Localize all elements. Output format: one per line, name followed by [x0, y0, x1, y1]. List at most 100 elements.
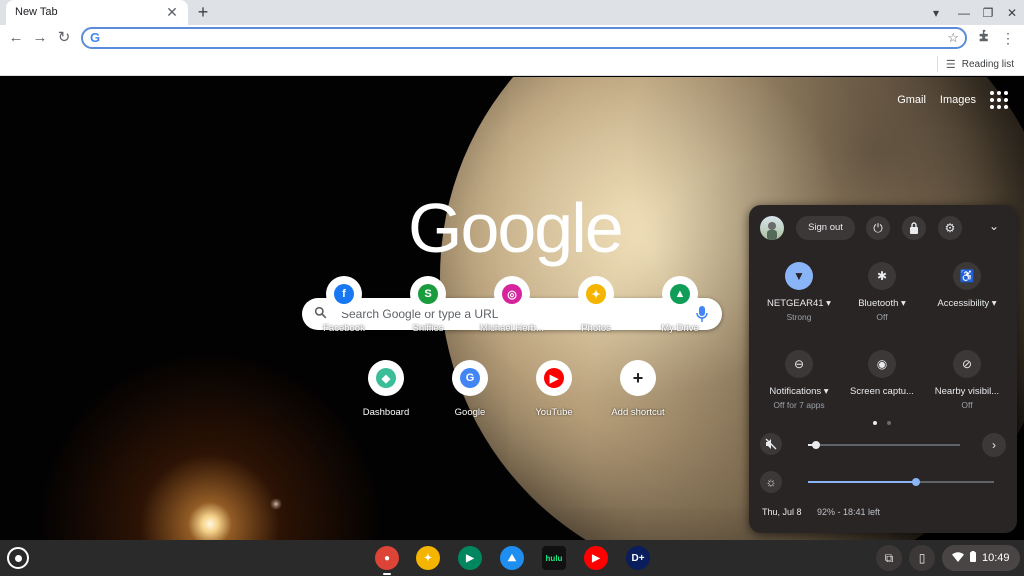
phone-hub-icon[interactable]: ▯: [909, 545, 935, 571]
shortcut-label: Photos: [581, 323, 611, 334]
shortcut-icon: f: [334, 284, 354, 304]
shortcut-icon: +: [632, 367, 644, 388]
volume-mute-icon[interactable]: [760, 433, 782, 455]
shortcut-label: Dashboard: [362, 407, 410, 418]
date-label[interactable]: Thu, Jul 8: [762, 507, 802, 517]
shortcut-icon-circle: ◎: [494, 276, 530, 312]
brightness-icon: ☼: [760, 471, 782, 493]
google-apps-icon[interactable]: [990, 91, 1008, 109]
restore-icon[interactable]: ❐: [979, 4, 997, 22]
shelf-app-photos-icon[interactable]: ✦: [416, 546, 440, 570]
shelf-app-prime-video-icon[interactable]: ⛰: [500, 546, 524, 570]
brightness-fill: [808, 481, 916, 483]
brightness-slider[interactable]: [808, 478, 994, 486]
page-dot-active[interactable]: [873, 421, 877, 425]
tab-search-icon[interactable]: ▾: [927, 4, 945, 22]
status-area[interactable]: 10:49: [942, 545, 1020, 571]
shelf: ● ✦ ▶ ⛰ hulu ▶ D+ ⧉ ▯ 10:49: [0, 540, 1024, 576]
avatar[interactable]: [760, 216, 784, 240]
tile-label[interactable]: NETGEAR41 ▾: [754, 298, 844, 309]
shortcut-tile[interactable]: ▲ My Drive: [640, 276, 720, 346]
nearby-visibility-icon[interactable]: ⊘: [953, 350, 981, 378]
tile-screen-capture[interactable]: ◉ Screen captu...: [837, 350, 927, 400]
toolbar: ← → ↻ G ☆ ⋮: [0, 25, 1024, 52]
shortcut-label: Facebook: [323, 323, 365, 334]
puzzle-icon[interactable]: [976, 28, 992, 48]
google-logo: Google: [408, 189, 624, 267]
tab-strip: New Tab ✕ + ▾ — ❐ ✕: [0, 0, 1024, 25]
shortcut-tile[interactable]: + Add shortcut: [598, 360, 678, 430]
shortcut-tile[interactable]: ✦ Photos: [556, 276, 636, 346]
images-link[interactable]: Images: [940, 94, 976, 106]
tile-sublabel: Off: [961, 400, 973, 410]
settings-gear-icon[interactable]: ⚙: [938, 216, 962, 240]
gmail-link[interactable]: Gmail: [897, 94, 926, 106]
tile-sublabel: Strong: [786, 312, 812, 322]
tile-label[interactable]: Bluetooth ▾: [837, 298, 927, 309]
volume-slider[interactable]: [808, 441, 960, 449]
new-tab-button[interactable]: +: [193, 3, 213, 23]
wifi-icon: [952, 551, 964, 565]
forward-icon[interactable]: →: [30, 28, 50, 48]
tile-wifi[interactable]: ▼ NETGEAR41 ▾ Strong: [754, 262, 844, 322]
shelf-app-chrome-icon[interactable]: ●: [375, 546, 399, 570]
shortcut-icon: ◎: [502, 284, 522, 304]
tile-bluetooth[interactable]: ✱ Bluetooth ▾ Off: [837, 262, 927, 322]
shortcut-tile[interactable]: G Google: [430, 360, 510, 430]
tile-label[interactable]: Notifications ▾: [754, 386, 844, 397]
bookmark-star-icon[interactable]: ☆: [947, 29, 959, 47]
tile-label[interactable]: Screen captu...: [837, 386, 927, 397]
shortcut-tile[interactable]: ◆ Dashboard: [346, 360, 426, 430]
audio-settings-chevron-icon[interactable]: ›: [982, 433, 1006, 457]
holding-space-icon[interactable]: ⧉: [876, 545, 902, 571]
shortcut-icon: ◆: [376, 368, 396, 388]
back-icon[interactable]: ←: [6, 28, 26, 48]
shortcut-tile[interactable]: ◎ Michael Herb...: [472, 276, 552, 346]
minimize-icon[interactable]: —: [955, 4, 973, 22]
close-window-icon[interactable]: ✕: [1003, 4, 1021, 22]
quick-settings-panel: Sign out ⏻ ⚙ ⌄ ▼ NETGEAR41 ▾ Strong ✱ Blueto…: [749, 205, 1017, 533]
tile-notifications[interactable]: ⊖ Notifications ▾ Off for 7 apps: [754, 350, 844, 410]
tile-label[interactable]: Nearby visibil...: [922, 386, 1012, 397]
bluetooth-icon[interactable]: ✱: [868, 262, 896, 290]
shortcut-label: YouTube: [535, 407, 573, 418]
volume-slider-handle[interactable]: [811, 441, 820, 449]
power-icon[interactable]: ⏻: [866, 216, 890, 240]
wifi-icon[interactable]: ▼: [785, 262, 813, 290]
close-tab-icon[interactable]: ✕: [164, 4, 180, 20]
sign-out-button[interactable]: Sign out: [796, 216, 855, 240]
shelf-app-hulu-icon[interactable]: hulu: [542, 546, 566, 570]
notifications-icon[interactable]: ⊖: [785, 350, 813, 378]
collapse-chevron-icon[interactable]: ⌄: [985, 219, 1003, 237]
address-bar[interactable]: G ☆: [81, 27, 967, 49]
kebab-menu-icon[interactable]: ⋮: [1000, 28, 1016, 48]
page-dot[interactable]: [887, 421, 891, 425]
launcher-icon[interactable]: [7, 547, 29, 569]
shortcut-icon: S: [418, 284, 438, 304]
accessibility-icon[interactable]: ♿: [953, 262, 981, 290]
shortcut-icon: ▶: [544, 368, 564, 388]
brightness-slider-handle[interactable]: [911, 478, 920, 486]
tile-label[interactable]: Accessibility ▾: [922, 298, 1012, 309]
clock: 10:49: [982, 552, 1010, 564]
tab-new-tab[interactable]: New Tab ✕: [6, 0, 188, 25]
shortcut-tile[interactable]: f Facebook: [304, 276, 384, 346]
shelf-app-play-store-icon[interactable]: ▶: [458, 546, 482, 570]
shortcut-icon-circle: ◆: [368, 360, 404, 396]
reading-list-button[interactable]: ☰ Reading list: [936, 56, 1014, 72]
shortcut-icon-circle: +: [620, 360, 656, 396]
tile-nearby-visibility[interactable]: ⊘ Nearby visibil... Off: [922, 350, 1012, 410]
shortcut-tile[interactable]: ▶ YouTube: [514, 360, 594, 430]
battery-icon: [970, 551, 976, 565]
battery-status: 92% - 18:41 left: [817, 507, 881, 517]
reload-icon[interactable]: ↻: [54, 28, 74, 48]
shortcut-tile[interactable]: S Sniffies: [388, 276, 468, 346]
shelf-app-youtube-music-icon[interactable]: ▶: [584, 546, 608, 570]
shortcut-icon: ▲: [670, 284, 690, 304]
shortcut-icon: G: [460, 368, 480, 388]
tile-accessibility[interactable]: ♿ Accessibility ▾: [922, 262, 1012, 312]
screen-capture-icon[interactable]: ◉: [868, 350, 896, 378]
lock-icon[interactable]: [902, 216, 926, 240]
tab-title: New Tab: [15, 6, 58, 18]
shelf-app-disney--icon[interactable]: D+: [626, 546, 650, 570]
